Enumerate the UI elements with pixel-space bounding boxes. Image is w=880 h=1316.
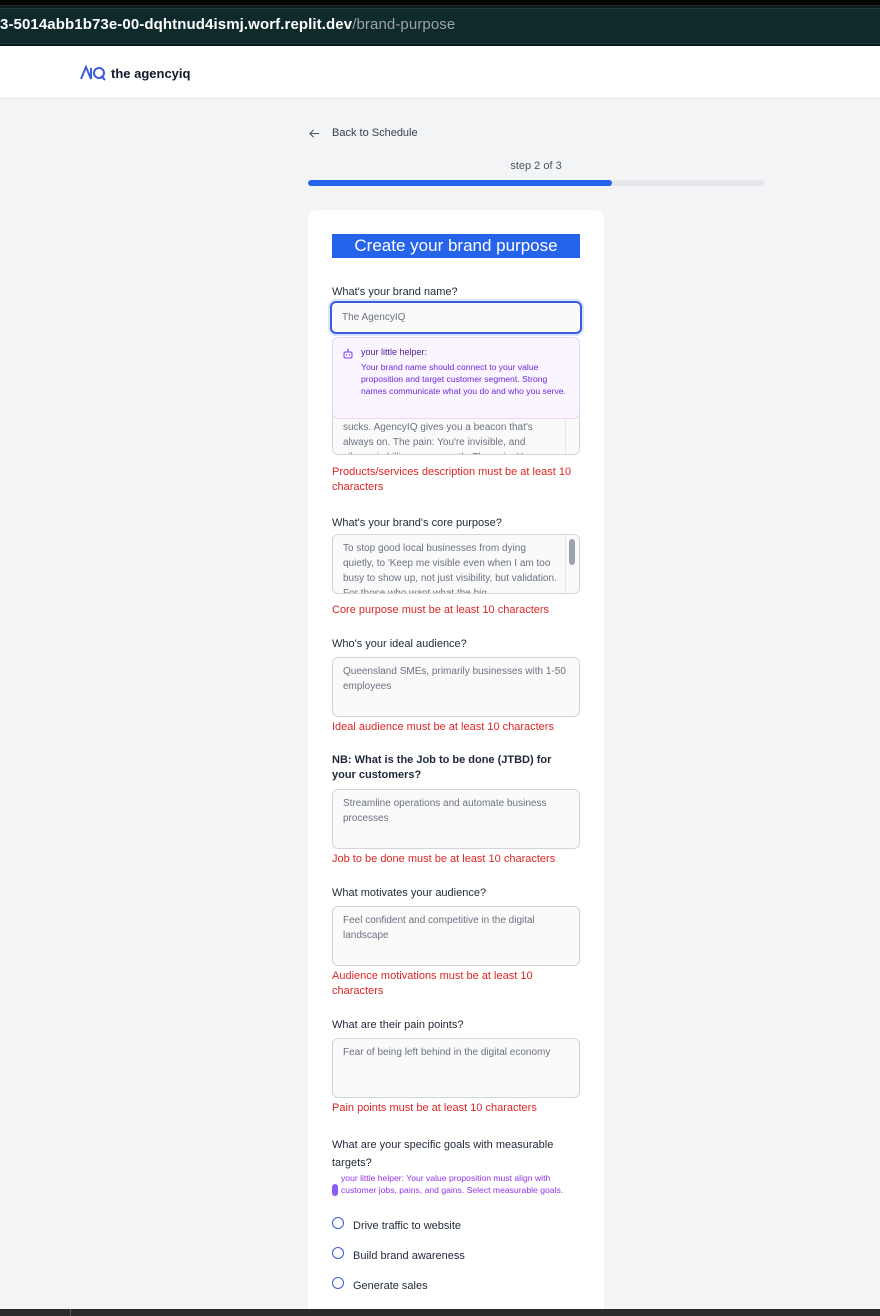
pain-points-placeholder: Fear of being left behind in the digital… <box>343 1047 551 1058</box>
goal-option-label: Build brand awareness <box>353 1250 465 1262</box>
helper-text: Your brand name should connect to your v… <box>361 362 566 396</box>
radio-icon[interactable] <box>332 1217 344 1229</box>
motivations-placeholder: Feel confident and competitive in the di… <box>343 915 535 941</box>
pain-points-error: Pain points must be at least 10 characte… <box>332 1102 537 1114</box>
app-header: the agencyiq <box>0 50 880 99</box>
motivations-label: What motivates your audience? <box>332 887 487 899</box>
core-purpose-textarea[interactable]: To stop good local businesses from dying… <box>332 534 580 594</box>
goal-option[interactable]: Generate sales <box>332 1277 428 1292</box>
jtbd-textarea[interactable]: Streamline operations and automate busin… <box>332 789 580 849</box>
brand-name-label: What's your brand name? <box>332 286 458 298</box>
goals-tip-text: your little helper: Your value propositi… <box>341 1173 564 1195</box>
jtbd-error: Job to be done must be at least 10 chara… <box>332 853 556 865</box>
motivations-textarea[interactable]: Feel confident and competitive in the di… <box>332 906 580 966</box>
radio-icon[interactable] <box>332 1277 344 1289</box>
audience-label: Who's your ideal audience? <box>332 638 467 650</box>
brand-name-input[interactable]: The AgencyIQ <box>330 301 582 334</box>
goal-option[interactable]: Build brand awareness <box>332 1247 465 1262</box>
logo-text: the agencyiq <box>111 65 191 81</box>
goals-label: What are your specific goals with measur… <box>332 1139 554 1169</box>
core-purpose-label: What's your brand's core purpose? <box>332 517 502 529</box>
helper-title: your little helper: <box>361 347 428 357</box>
step-indicator: step 2 of 3 <box>510 160 562 172</box>
products-error: Products/services description must be at… <box>332 466 572 493</box>
robot-icon <box>343 348 353 359</box>
back-label: Back to Schedule <box>332 127 418 139</box>
logo[interactable]: the agencyiq <box>80 65 190 81</box>
divider <box>70 1309 71 1316</box>
scrollbar-thumb[interactable] <box>569 539 575 565</box>
back-to-schedule-link[interactable]: Back to Schedule <box>309 127 418 139</box>
helper-popover: your little helper: Your brand name shou… <box>332 337 580 419</box>
progress-fill <box>308 180 613 186</box>
url-path: /brand-purpose <box>352 16 456 33</box>
pain-points-label: What are their pain points? <box>332 1019 464 1031</box>
motivations-error: Audience motivations must be at least 10… <box>332 970 533 997</box>
products-value: sucks. AgencyIQ gives you a beacon that'… <box>343 422 533 454</box>
arrow-left-icon <box>309 128 320 138</box>
browser-url-bar: 3-5014abb1b73e-00-dqhtnud4ismj.worf.repl… <box>0 0 880 50</box>
goal-option-label: Drive traffic to website <box>353 1220 462 1232</box>
goals-helper-tip: your little helper: Your value propositi… <box>332 1172 580 1196</box>
core-purpose-error: Core purpose must be at least 10 charact… <box>332 604 550 616</box>
browser-tab-strip <box>0 0 880 6</box>
radio-icon[interactable] <box>332 1247 344 1259</box>
url-host: 3-5014abb1b73e-00-dqhtnud4ismj.worf.repl… <box>0 16 353 33</box>
address-text[interactable]: 3-5014abb1b73e-00-dqhtnud4ismj.worf.repl… <box>0 16 455 33</box>
browser-bottom-bar <box>0 1309 880 1316</box>
audience-placeholder: Queensland SMEs, primarily businesses wi… <box>343 666 566 692</box>
aiq-logo-icon <box>80 65 106 81</box>
brand-purpose-form: Create your brand purpose What's your br… <box>308 210 604 1316</box>
jtbd-placeholder: Streamline operations and automate busin… <box>343 798 547 824</box>
pain-points-textarea[interactable]: Fear of being left behind in the digital… <box>332 1038 580 1098</box>
goal-option-label: Generate sales <box>353 1280 428 1292</box>
goal-option[interactable]: Drive traffic to website <box>332 1217 462 1232</box>
jtbd-label: NB: What is the Job to be done (JTBD) fo… <box>332 754 552 781</box>
audience-textarea[interactable]: Queensland SMEs, primarily businesses wi… <box>332 657 580 717</box>
core-purpose-value: To stop good local businesses from dying… <box>343 543 557 594</box>
audience-error: Ideal audience must be at least 10 chara… <box>332 721 554 733</box>
form-title: Create your brand purpose <box>332 234 580 258</box>
progress-bar <box>308 180 764 186</box>
helper-indicator-icon <box>332 1184 338 1196</box>
